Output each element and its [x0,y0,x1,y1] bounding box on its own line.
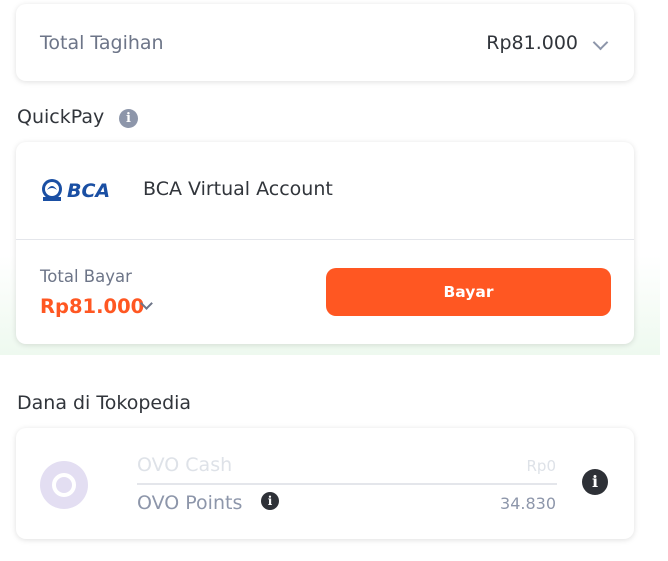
info-icon[interactable]: i [119,109,138,128]
svg-text:BCA: BCA [67,180,110,202]
total-tagihan-card[interactable]: Total Tagihan Rp81.000 [16,4,634,81]
ovo-points-label: OVO Points [137,492,243,514]
total-bayar-label: Total Bayar [40,267,132,286]
total-bayar-amount[interactable]: Rp81.000 [40,295,144,318]
ovo-cash-label: OVO Cash [137,454,233,476]
total-tagihan-amount: Rp81.000 [486,32,578,54]
chevron-down-icon[interactable] [592,34,609,51]
payment-method-name: BCA Virtual Account [143,178,333,200]
info-icon[interactable]: i [582,469,608,495]
ovo-card: OVO Cash Rp0 OVO Points i 34.830 i [16,428,634,539]
ovo-points-value: 34.830 [500,494,556,513]
quickpay-card: BCA BCA Virtual Account Total Bayar Rp81… [16,142,634,344]
bca-logo: BCA [42,179,110,202]
quickpay-title: QuickPay [17,106,105,128]
dana-title: Dana di Tokopedia [17,392,192,414]
info-icon[interactable]: i [261,492,279,510]
divider [137,483,557,485]
divider [16,239,634,240]
ovo-cash-value: Rp0 [526,457,557,475]
bayar-button[interactable]: Bayar [326,268,611,316]
ovo-logo [40,461,88,509]
total-tagihan-label: Total Tagihan [40,32,164,54]
